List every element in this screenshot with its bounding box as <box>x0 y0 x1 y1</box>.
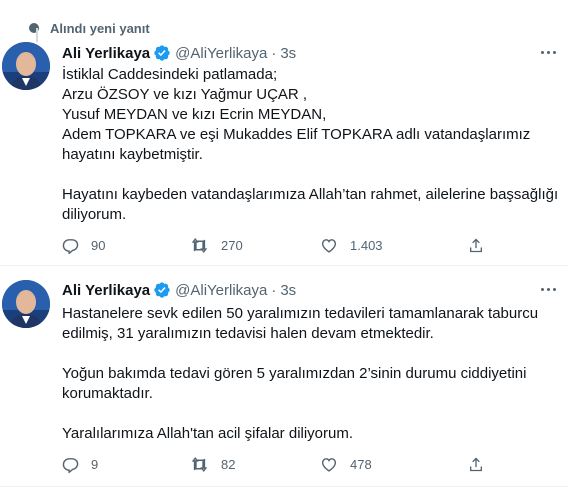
tweet-actions: 90 270 1.403 <box>62 235 502 255</box>
tweet-actions: 9 82 478 <box>62 454 502 474</box>
tweet-divider <box>0 265 568 266</box>
author-handle[interactable]: @AliYerlikaya <box>175 45 267 62</box>
reply-button[interactable]: 90 <box>62 235 105 255</box>
tweet-line: İstiklal Caddesindeki patlamada; <box>62 66 278 83</box>
reply-icon <box>62 457 79 473</box>
new-reply-notice[interactable]: Alındı yeni yanıt <box>28 18 150 38</box>
more-options-icon[interactable] <box>538 281 558 297</box>
author-name[interactable]: Ali Yerlikaya <box>62 45 150 62</box>
tweet-line: korumaktadır. <box>62 385 153 402</box>
heart-icon <box>321 457 337 472</box>
retweet-icon <box>191 237 208 253</box>
like-count: 1.403 <box>350 237 383 253</box>
tweet-line: Hayatını kaybeden vatandaşlarımıza Allah… <box>62 186 559 203</box>
share-icon <box>470 238 482 252</box>
tweet-line: Adem TOPKARA ve eşi Mukaddes Elif TOPKAR… <box>62 126 531 143</box>
share-button[interactable] <box>468 235 484 255</box>
notice-text: Alındı yeni yanıt <box>50 20 150 36</box>
separator-dot: · <box>271 44 277 62</box>
tweet-divider <box>0 486 568 487</box>
heart-icon <box>321 238 337 253</box>
retweet-count: 82 <box>221 456 236 472</box>
retweet-button[interactable]: 270 <box>190 235 243 255</box>
author-handle[interactable]: @AliYerlikaya <box>175 282 267 299</box>
tweet-time[interactable]: 3s <box>280 45 296 62</box>
avatar[interactable] <box>2 280 50 328</box>
reply-count: 90 <box>91 237 106 253</box>
reply-icon <box>62 238 79 254</box>
retweet-button[interactable]: 82 <box>190 454 235 474</box>
tweet-line: Arzu ÖZSOY ve kızı Yağmur UÇAR , <box>62 86 308 103</box>
like-count: 478 <box>350 456 372 472</box>
thread-line-top <box>36 28 38 42</box>
separator-dot: · <box>271 281 277 299</box>
like-button[interactable]: 1.403 <box>320 235 383 255</box>
retweet-icon <box>191 456 208 472</box>
tweet-line: Hastanelere sevk edilen 50 yaralımızın t… <box>62 305 539 322</box>
verified-badge-icon <box>153 44 171 62</box>
verified-badge-icon <box>153 281 171 299</box>
more-options-icon[interactable] <box>538 44 558 60</box>
tweet-time[interactable]: 3s <box>280 282 296 299</box>
reply-count: 9 <box>91 456 99 472</box>
tweet-text: Hastanelere sevk edilen 50 yaralımızın t… <box>62 304 562 444</box>
tweet-line: Yoğun bakımda tedavi gören 5 yaralımızda… <box>62 365 527 382</box>
tweet[interactable]: Ali Yerlikaya @AliYerlikaya · 3s İstikla… <box>0 42 568 264</box>
tweet-line: diliyorum. <box>62 206 127 223</box>
dot-icon <box>28 22 40 34</box>
share-button[interactable] <box>468 454 484 474</box>
tweet[interactable]: Ali Yerlikaya @AliYerlikaya · 3s Hastane… <box>0 280 568 482</box>
reply-button[interactable]: 9 <box>62 454 98 474</box>
tweet-header: Ali Yerlikaya @AliYerlikaya · 3s <box>62 280 296 300</box>
tweet-text: İstiklal Caddesindeki patlamada; Arzu ÖZ… <box>62 65 562 225</box>
tweet-line: hayatını kaybetmiştir. <box>62 146 203 163</box>
avatar[interactable] <box>2 42 50 90</box>
author-name[interactable]: Ali Yerlikaya <box>62 282 150 299</box>
like-button[interactable]: 478 <box>320 454 372 474</box>
tweet-line: Yusuf MEYDAN ve kızı Ecrin MEYDAN, <box>62 106 327 123</box>
tweet-line: Yaralılarımıza Allah'tan acil şifalar di… <box>62 425 354 442</box>
share-icon <box>470 457 482 471</box>
tweet-header: Ali Yerlikaya @AliYerlikaya · 3s <box>62 43 296 63</box>
retweet-count: 270 <box>221 237 243 253</box>
tweet-line: edilmiş, 31 yaralımızın tedavisi halen d… <box>62 325 434 342</box>
